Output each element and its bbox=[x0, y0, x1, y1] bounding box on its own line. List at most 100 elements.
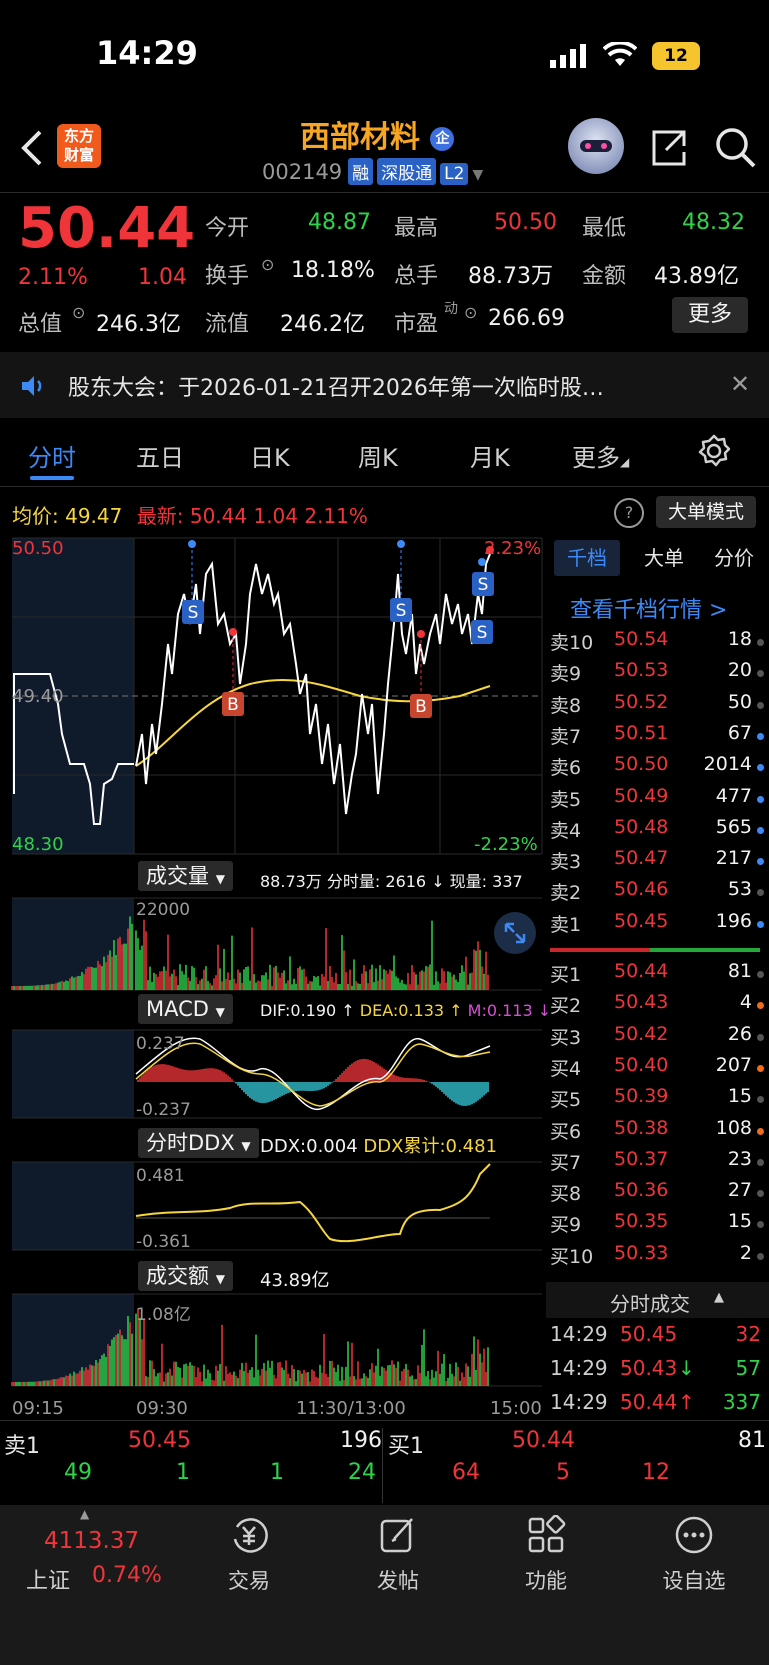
index-expand-icon[interactable]: ▲ bbox=[80, 1507, 89, 1521]
pe-sup: 动 bbox=[444, 301, 458, 317]
ask-price: 50.47 bbox=[614, 847, 669, 870]
bid-price: 50.39 bbox=[614, 1085, 669, 1108]
ask-label: 卖8 bbox=[550, 694, 582, 717]
view-depth-link[interactable]: 查看千档行情 > bbox=[570, 592, 727, 624]
app-logo: 东方 财富 bbox=[57, 124, 101, 168]
ask-row[interactable]: 卖2 50.46 53 bbox=[548, 878, 766, 909]
index-name[interactable]: 上证 bbox=[26, 1563, 70, 1595]
ask-row[interactable]: 卖5 50.49 477 bbox=[548, 785, 766, 816]
high-label: 最高 bbox=[394, 216, 439, 241]
nav-functions[interactable]: 功能 bbox=[506, 1565, 586, 1595]
bid-row[interactable]: 买6 50.38 108 bbox=[548, 1117, 766, 1148]
big-order-mode-button[interactable]: 大单模式 bbox=[656, 496, 756, 528]
help-icon[interactable]: ? bbox=[614, 498, 644, 528]
sell-marker-1: S bbox=[182, 540, 204, 624]
settings-icon[interactable] bbox=[697, 434, 731, 468]
index-pct[interactable]: 0.74% bbox=[92, 1563, 162, 1588]
expand-icon[interactable] bbox=[494, 912, 536, 954]
bid-row[interactable]: 买9 50.35 15 bbox=[548, 1210, 766, 1241]
trades-header[interactable]: 分时成交 ▲ bbox=[546, 1282, 769, 1318]
bid-row[interactable]: 买7 50.37 23 bbox=[548, 1148, 766, 1179]
amount-total: 43.89亿 bbox=[260, 1270, 330, 1291]
tab-more[interactable]: 更多◢ bbox=[572, 438, 629, 473]
bid-row[interactable]: 买2 50.43 4 bbox=[548, 991, 766, 1022]
stock-name[interactable]: 西部材料 企 bbox=[300, 112, 455, 156]
nav-trade[interactable]: 交易 bbox=[209, 1565, 289, 1595]
ask-indicator-dot bbox=[757, 701, 764, 709]
customize-icon[interactable] bbox=[674, 1515, 714, 1555]
tab-five-day[interactable]: 五日 bbox=[136, 438, 184, 473]
tab-daily-k[interactable]: 日K bbox=[250, 438, 290, 473]
share-icon[interactable] bbox=[648, 126, 690, 168]
ask-indicator-dot bbox=[757, 732, 764, 740]
enterprise-badge: 企 bbox=[430, 126, 455, 151]
ask-row[interactable]: 卖7 50.51 67 bbox=[548, 722, 766, 753]
close-icon[interactable]: ✕ bbox=[730, 370, 750, 398]
speaker-icon bbox=[22, 376, 42, 396]
svg-text:B: B bbox=[415, 697, 427, 717]
bid-volume: 15 bbox=[727, 1210, 752, 1233]
tab-monthly-k[interactable]: 月K bbox=[470, 438, 510, 473]
ask-row[interactable]: 卖10 50.54 18 bbox=[548, 628, 766, 659]
order-tab-price[interactable]: 分价 bbox=[704, 540, 764, 576]
ask-indicator-dot bbox=[757, 889, 764, 897]
ask-volume: 18 bbox=[727, 628, 752, 650]
chart-header: 均价: 49.47 最新: 50.44 1.04 2.11% bbox=[12, 500, 368, 529]
volume-indicator-button[interactable]: 成交量 ▼ bbox=[138, 861, 233, 891]
stock-code-row[interactable]: 002149 融深股通 L2 ▼ bbox=[262, 158, 483, 185]
svg-text:S: S bbox=[396, 601, 407, 621]
macd-indicator-button[interactable]: MACD ▼ bbox=[138, 994, 233, 1024]
trade-icon[interactable] bbox=[229, 1515, 269, 1555]
trade-time: 14:29 bbox=[550, 1390, 608, 1414]
ask-row[interactable]: 卖6 50.50 2014 bbox=[548, 753, 766, 784]
info-icon[interactable]: ⊙ bbox=[261, 255, 274, 274]
bid-label: 买3 bbox=[550, 1026, 582, 1049]
amount-axis: 1.08亿 bbox=[136, 1305, 191, 1325]
index-value[interactable]: 4113.37 bbox=[44, 1528, 139, 1554]
ask-row[interactable]: 卖8 50.52 50 bbox=[548, 691, 766, 722]
mktcap-info-icon[interactable]: ⊙ bbox=[72, 303, 85, 322]
tab-intraday[interactable]: 分时 bbox=[28, 438, 76, 473]
trade-price: 50.44 bbox=[620, 1390, 678, 1414]
functions-icon[interactable] bbox=[526, 1515, 566, 1555]
bid-row[interactable]: 买3 50.42 26 bbox=[548, 1023, 766, 1054]
nav-post[interactable]: 发帖 bbox=[358, 1565, 438, 1595]
search-icon[interactable] bbox=[714, 126, 758, 170]
tab-weekly-k[interactable]: 周K bbox=[358, 438, 398, 473]
order-tab-depth[interactable]: 千档 bbox=[554, 540, 620, 576]
bid-row[interactable]: 买1 50.44 81 bbox=[548, 960, 766, 991]
high-value: 50.50 bbox=[494, 210, 557, 235]
ask-row[interactable]: 卖3 50.47 217 bbox=[548, 847, 766, 878]
robot-assistant-icon[interactable] bbox=[568, 118, 624, 174]
bid-volume: 207 bbox=[715, 1053, 752, 1076]
amount-indicator-button[interactable]: 成交额 ▼ bbox=[138, 1261, 233, 1291]
post-icon[interactable] bbox=[378, 1515, 418, 1555]
low-label: 最低 bbox=[582, 216, 627, 241]
bid-volume: 26 bbox=[727, 1022, 752, 1045]
intraday-chart[interactable]: S B S B S S bbox=[0, 534, 545, 1394]
ask-label: 卖4 bbox=[550, 819, 582, 842]
more-button[interactable]: 更多 bbox=[672, 297, 748, 333]
back-icon[interactable] bbox=[20, 130, 44, 166]
ask-row[interactable]: 卖4 50.48 565 bbox=[548, 816, 766, 847]
macd-m: M:0.113 ↓ bbox=[467, 1001, 552, 1020]
price-axis-bottom: 48.30 bbox=[12, 834, 64, 855]
notice-text[interactable]: 股东大会：于2026-01-21召开2026年第一次临时股… bbox=[68, 370, 604, 402]
sell-marker-3: S bbox=[472, 558, 494, 596]
bid-row[interactable]: 买5 50.39 15 bbox=[548, 1085, 766, 1116]
ask-row[interactable]: 卖1 50.45 196 bbox=[548, 910, 766, 941]
pe-info-icon[interactable]: ⊙ bbox=[464, 303, 477, 322]
ask-volume: 67 bbox=[727, 721, 752, 744]
battery-indicator: 12 bbox=[652, 42, 700, 70]
nav-customize[interactable]: 设自选 bbox=[654, 1565, 734, 1595]
ddx-indicator-button[interactable]: 分时DDX ▼ bbox=[138, 1128, 259, 1158]
ask-volume: 565 bbox=[715, 815, 752, 838]
trade-price: 50.45 bbox=[620, 1322, 678, 1346]
bid-row[interactable]: 买8 50.36 27 bbox=[548, 1179, 766, 1210]
buy-queue-2: 12 bbox=[642, 1460, 670, 1485]
ask-row[interactable]: 卖9 50.53 20 bbox=[548, 659, 766, 690]
mktcap-value: 246.3亿 bbox=[96, 312, 181, 337]
order-tab-big[interactable]: 大单 bbox=[634, 540, 694, 576]
bid-row[interactable]: 买4 50.40 207 bbox=[548, 1054, 766, 1085]
bid-row[interactable]: 买10 50.33 2 bbox=[548, 1242, 766, 1273]
